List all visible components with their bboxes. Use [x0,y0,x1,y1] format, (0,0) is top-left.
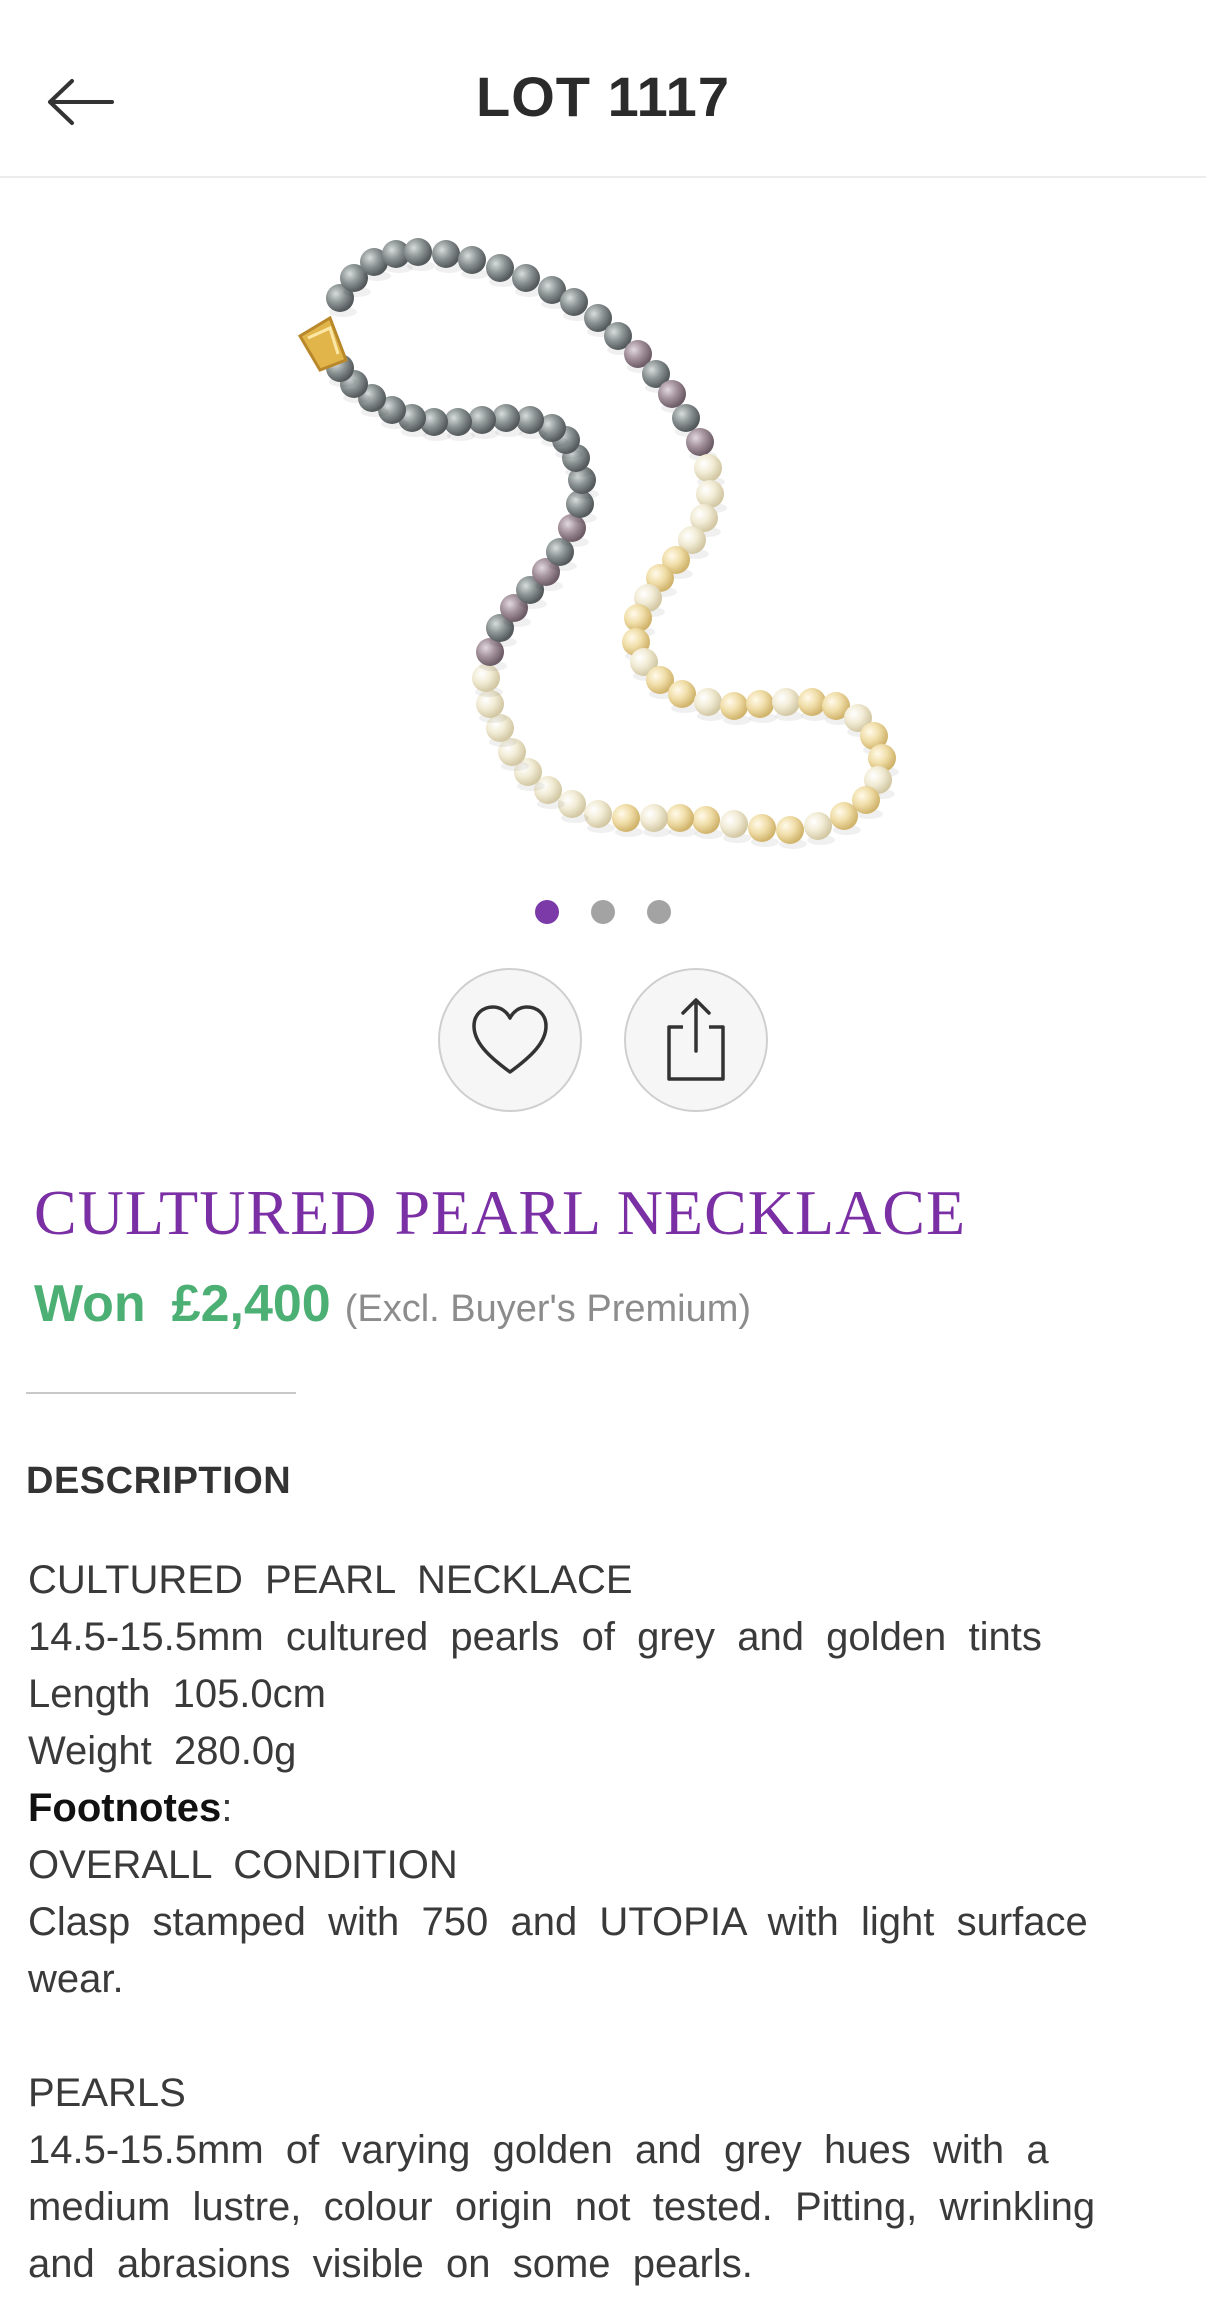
winning-price: £2,400 [171,1275,331,1333]
page-title: LOT 1117 [476,65,730,128]
pearl [772,688,800,716]
pearl [404,238,432,266]
status-label: Won [34,1275,146,1333]
pearl [720,810,748,838]
app-header: LOT 1117 [0,0,1206,178]
pearl [830,802,858,830]
pearl [746,690,774,718]
footnotes-label: Footnotes [28,1786,222,1830]
share-icon [667,998,725,1081]
footnotes-colon: : [221,1786,233,1830]
pearl [612,804,640,832]
section-divider [26,1392,296,1394]
necklace-pearls [326,238,899,849]
condition-line: wear. [28,1957,124,2001]
pearl [720,692,748,720]
pearl [468,406,496,434]
pearls-line: 14.5-15.5mm of varying golden and grey h… [28,2128,1049,2172]
lot-image[interactable] [0,178,1206,858]
pearl [640,804,668,832]
favorite-button[interactable] [438,968,582,1112]
pearl [560,288,588,316]
pearls-line: and abrasions visible on some pearls. [28,2242,753,2286]
description-heading: DESCRIPTION [26,1460,292,1502]
condition-heading: OVERALL CONDITION [28,1843,458,1887]
lot-image-carousel[interactable] [0,178,1206,858]
pearl [658,380,686,408]
pearl [512,264,540,292]
pearl [432,240,460,268]
pearl [486,254,514,282]
carousel-dot-3[interactable] [647,900,671,924]
carousel-dot-2[interactable] [591,900,615,924]
pearl [748,814,776,842]
pearls-line: medium lustre, colour origin not tested.… [28,2185,1096,2229]
pearl [696,480,724,508]
description-line: Weight 280.0g [28,1729,297,1773]
pearl [672,404,700,432]
pearl [804,812,832,840]
pearl [694,688,722,716]
premium-note: (Excl. Buyer's Premium) [344,1288,752,1330]
pearl [584,800,612,828]
pearl [458,246,486,274]
description-line: Length 105.0cm [28,1672,326,1716]
lot-title: CULTURED PEARL NECKLACE [34,1177,967,1248]
description-body: CULTURED PEARL NECKLACE 14.5-15.5mm cult… [28,1552,1178,2293]
pearls-heading: PEARLS [28,2071,186,2115]
pearl [668,680,696,708]
pearl [624,604,652,632]
pearl [776,816,804,844]
price-row: Won £2,400 (Excl. Buyer's Premium) [34,1274,751,1334]
description-line: CULTURED PEARL NECKLACE [28,1558,633,1602]
condition-line: Clasp stamped with 750 and UTOPIA with l… [28,1900,1088,1944]
pearl [798,688,826,716]
footnotes-line: Footnotes: [28,1780,1178,1837]
heart-icon [472,1005,548,1074]
pearl [666,804,694,832]
description-line: 14.5-15.5mm cultured pearls of grey and … [28,1615,1042,1659]
carousel-dot-1[interactable] [535,900,559,924]
pearl [692,806,720,834]
carousel-dots [0,900,1206,924]
pearl [694,454,722,482]
gold-clasp [297,315,348,372]
share-button[interactable] [624,968,768,1112]
action-buttons [0,968,1206,1112]
pearl [444,408,472,436]
pearl [686,428,714,456]
pearl [492,404,520,432]
